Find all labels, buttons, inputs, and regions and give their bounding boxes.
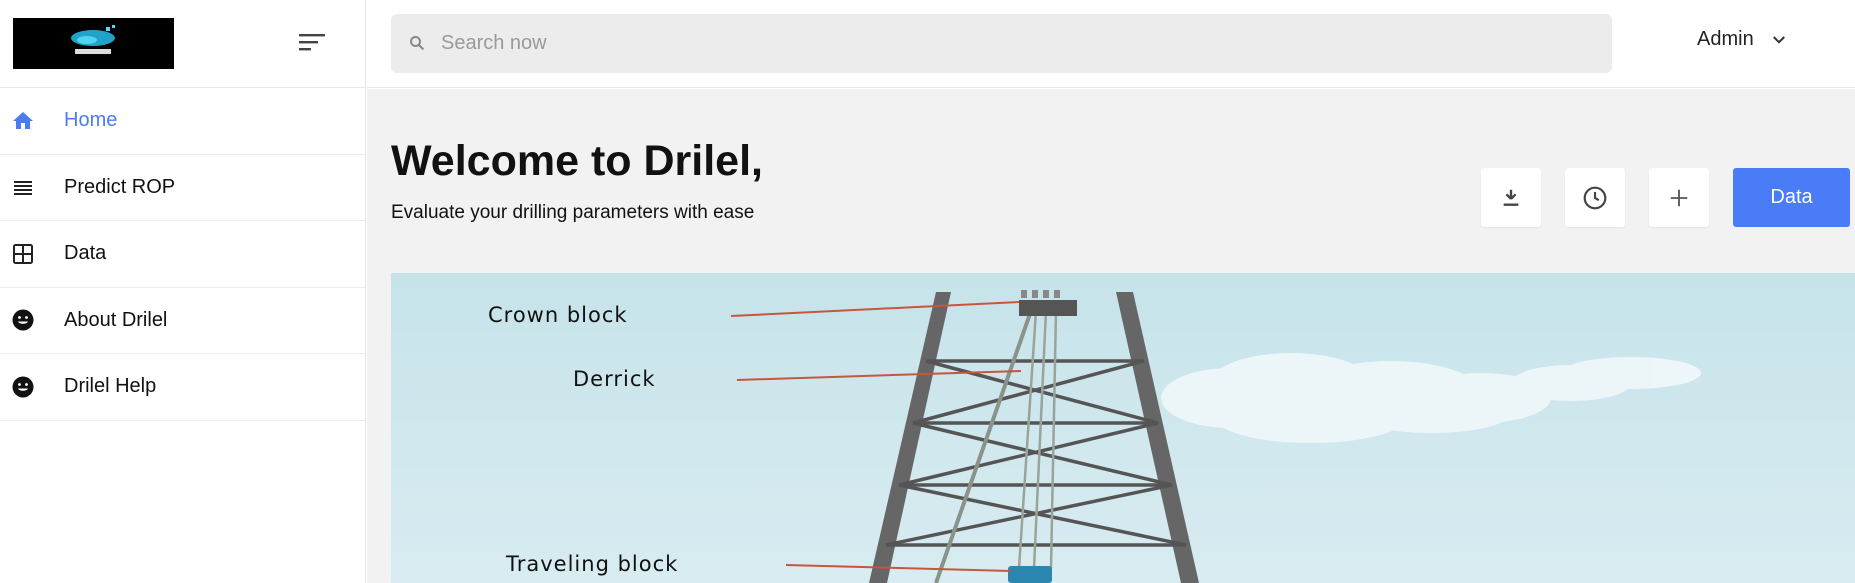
- sidebar-toggle-button[interactable]: [292, 26, 332, 58]
- derrick-label: Derrick: [573, 367, 656, 391]
- search-icon: [408, 34, 426, 57]
- sidebar-item-label: Home: [64, 109, 118, 132]
- top-bar: Admin: [367, 0, 1855, 88]
- history-button[interactable]: [1565, 168, 1625, 227]
- drilling-rig-illustration: Crown block Derrick Traveling block: [391, 273, 1855, 583]
- add-button[interactable]: [1649, 168, 1709, 227]
- sidebar-nav: Home Predict ROP Data About Drilel Drile…: [0, 88, 365, 421]
- search-box[interactable]: [391, 14, 1612, 73]
- sidebar-item-label: Data: [64, 242, 107, 265]
- download-button[interactable]: [1481, 168, 1541, 227]
- sidebar-header: [0, 0, 365, 88]
- chevron-down-icon: [1772, 35, 1785, 44]
- data-button[interactable]: Data: [1733, 168, 1850, 227]
- traveling-block-label: Traveling block: [505, 552, 678, 576]
- clock-icon: [1583, 186, 1607, 209]
- download-icon: [1503, 189, 1519, 206]
- page-title: Welcome to Drilel,: [391, 137, 763, 185]
- sidebar-item-label: Predict ROP: [64, 175, 176, 198]
- user-name: Admin: [1697, 28, 1754, 50]
- user-menu[interactable]: Admin: [1697, 28, 1788, 51]
- crown-block-label: Crown block: [488, 303, 628, 327]
- list-icon: [10, 174, 36, 200]
- sidebar-item-home[interactable]: Home: [0, 88, 365, 155]
- main-content: Welcome to Drilel, Evaluate your drillin…: [367, 89, 1855, 583]
- smiley-icon: [10, 307, 36, 333]
- app-logo[interactable]: [13, 18, 174, 69]
- page-subtitle: Evaluate your drilling parameters with e…: [391, 202, 755, 223]
- menu-icon: [299, 34, 325, 51]
- traveling-block-shape: [1008, 566, 1052, 583]
- search-input[interactable]: [441, 14, 1591, 73]
- smiley-icon: [10, 374, 36, 400]
- sidebar-item-predict-rop[interactable]: Predict ROP: [0, 155, 365, 221]
- sidebar-item-data[interactable]: Data: [0, 221, 365, 288]
- home-icon: [10, 108, 36, 134]
- sidebar-item-help[interactable]: Drilel Help: [0, 354, 365, 421]
- sidebar: Home Predict ROP Data About Drilel Drile…: [0, 0, 366, 583]
- sidebar-item-label: Drilel Help: [64, 375, 157, 398]
- sidebar-item-about[interactable]: About Drilel: [0, 288, 365, 354]
- plus-icon: [1670, 189, 1688, 206]
- sidebar-item-label: About Drilel: [64, 308, 168, 331]
- grid-icon: [10, 241, 36, 267]
